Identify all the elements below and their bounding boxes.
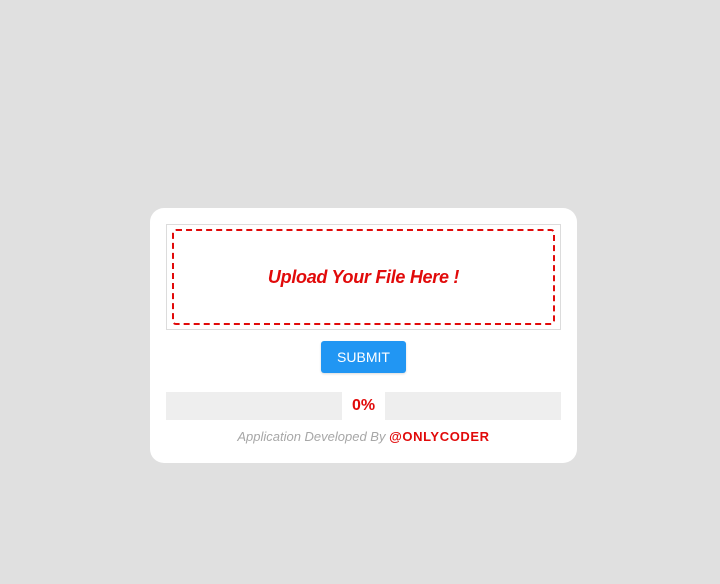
footer-credit: Application Developed By @ONLYCODER [150,429,577,444]
file-dropzone[interactable]: Upload Your File Here ! [172,229,555,325]
submit-button[interactable]: SUBMIT [321,341,406,373]
progress-percent: 0% [351,397,376,414]
upload-progress-bar: 0% [166,392,561,420]
author-link[interactable]: @ONLYCODER [389,429,490,444]
progress-label-box: 0% [342,392,385,420]
file-dropzone-frame: Upload Your File Here ! [166,224,561,330]
upload-card: Upload Your File Here ! SUBMIT 0% Applic… [150,208,577,463]
footer-text: Application Developed By [237,429,386,444]
dropzone-prompt: Upload Your File Here ! [267,266,460,287]
